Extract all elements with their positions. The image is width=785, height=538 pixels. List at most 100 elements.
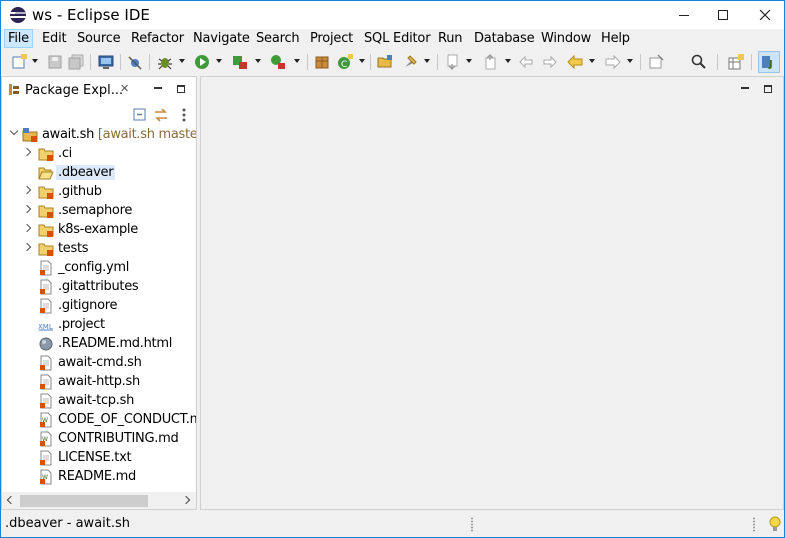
tree-node-file[interactable]: W README.md	[2, 467, 196, 486]
debug-button[interactable]	[156, 53, 174, 71]
maximize-editor-button[interactable]	[762, 83, 774, 95]
new-dropdown-arrow[interactable]	[32, 59, 38, 63]
previous-annotation-button[interactable]	[482, 53, 500, 71]
close-button[interactable]	[742, 1, 785, 29]
open-task-dropdown-arrow[interactable]	[424, 59, 430, 63]
new-wizard-button[interactable]	[10, 53, 28, 71]
lightbulb-icon[interactable]	[768, 515, 782, 533]
tree-label: .gitignore	[58, 298, 118, 313]
forward-dropdown-arrow[interactable]	[627, 59, 633, 63]
maximize-button[interactable]	[700, 1, 746, 29]
menu-window[interactable]: Window	[538, 29, 594, 48]
tree-label: CODE_OF_CONDUCT.md	[58, 412, 196, 427]
close-icon	[759, 9, 771, 21]
tree-node-file[interactable]: W CONTRIBUTING.md	[2, 429, 196, 448]
menu-refactor[interactable]: Refactor	[128, 29, 187, 48]
minimize-icon	[679, 14, 689, 16]
tree-node-folder[interactable]: .semaphore	[2, 201, 196, 220]
expand-toggle[interactable]	[22, 242, 32, 252]
menu-search[interactable]: Search	[253, 29, 302, 48]
new-java-package-button[interactable]	[313, 53, 331, 71]
tree-node-file[interactable]: await-tcp.sh	[2, 391, 196, 410]
expand-toggle[interactable]	[22, 204, 32, 214]
tree-node-file[interactable]: LICENSE.txt	[2, 448, 196, 467]
debug-dropdown-arrow[interactable]	[179, 59, 185, 63]
next-annotation-button[interactable]	[444, 53, 462, 71]
open-perspective-button[interactable]	[727, 53, 745, 71]
run-button[interactable]	[193, 53, 211, 71]
tab-label: Package Expl...	[25, 83, 124, 98]
skip-breakpoints-button[interactable]	[126, 53, 144, 71]
tree-node-file[interactable]: W CODE_OF_CONDUCT.md	[2, 410, 196, 429]
expand-toggle[interactable]	[22, 185, 32, 195]
tree-node-file[interactable]: await-cmd.sh	[2, 353, 196, 372]
view-menu-button[interactable]	[178, 107, 194, 123]
forward-button[interactable]	[604, 53, 622, 71]
minimize-editor-button[interactable]	[739, 83, 751, 95]
new-file-icon	[12, 54, 27, 69]
previous-annotation-dropdown-arrow[interactable]	[505, 59, 511, 63]
menu-navigate[interactable]: Navigate	[190, 29, 253, 48]
collapse-all-button[interactable]	[132, 107, 148, 123]
tree-node-file[interactable]: .gitattributes	[2, 277, 196, 296]
minimize-icon	[154, 87, 162, 89]
tree-node-file[interactable]: .README.md.html	[2, 334, 196, 353]
tree-label: .gitattributes	[58, 279, 139, 294]
tree-node-file[interactable]: _config.yml	[2, 258, 196, 277]
last-edit-location-button[interactable]	[517, 53, 535, 71]
external-tools-button[interactable]	[269, 53, 287, 71]
tree-node-file[interactable]: .gitignore	[2, 296, 196, 315]
back-dropdown-arrow[interactable]	[589, 59, 595, 63]
menu-project[interactable]: Project	[307, 29, 356, 48]
menu-source[interactable]: Source	[74, 29, 123, 48]
next-annotation-dropdown-arrow[interactable]	[466, 59, 472, 63]
tree-node-file[interactable]: XML .project	[2, 315, 196, 334]
tree-node-folder[interactable]: .github	[2, 182, 196, 201]
folder-icon	[38, 148, 54, 161]
tree-node-file[interactable]: await-http.sh	[2, 372, 196, 391]
expand-toggle[interactable]	[22, 223, 32, 233]
link-with-editor-button[interactable]	[153, 107, 169, 123]
xml-file-icon: XML	[38, 323, 53, 331]
expand-toggle[interactable]	[22, 147, 32, 157]
save-all-button[interactable]	[67, 53, 85, 71]
tree-node-folder[interactable]: k8s-example	[2, 220, 196, 239]
menu-edit[interactable]: Edit	[39, 29, 69, 48]
coverage-dropdown-arrow[interactable]	[255, 59, 261, 63]
scrollbar-thumb[interactable]	[20, 495, 148, 507]
scroll-right-icon[interactable]	[181, 495, 191, 505]
open-terminal-button[interactable]	[97, 53, 115, 71]
tree-node-folder[interactable]: .ci	[2, 144, 196, 163]
close-tab-icon[interactable]: ✕	[120, 82, 129, 95]
maximize-view-button[interactable]	[175, 83, 187, 95]
open-task-button[interactable]	[401, 53, 419, 71]
menu-sql-editor[interactable]: SQL Editor	[361, 29, 433, 48]
search-button[interactable]	[690, 53, 708, 71]
new-class-dropdown-arrow[interactable]	[359, 59, 365, 63]
previous-annotation-icon	[485, 54, 496, 70]
next-annotation-icon	[447, 54, 458, 70]
open-type-button[interactable]	[376, 53, 394, 71]
tree-node-folder[interactable]: tests	[2, 239, 196, 258]
tree-label: tests	[58, 241, 89, 256]
new-java-class-button[interactable]: C	[336, 53, 354, 71]
coverage-button[interactable]	[231, 53, 249, 71]
forward-edit-button[interactable]	[541, 53, 559, 71]
menu-run[interactable]: Run	[435, 29, 465, 48]
tree-node-folder-selected[interactable]: .dbeaver	[2, 163, 196, 182]
java-perspective-button[interactable]: J	[758, 51, 780, 73]
pin-editor-button[interactable]	[647, 53, 665, 71]
expand-toggle[interactable]	[9, 126, 19, 136]
back-button[interactable]	[566, 53, 584, 71]
tree-node-project[interactable]: await.sh [await.sh master]	[2, 125, 196, 144]
scroll-left-icon[interactable]	[6, 495, 16, 505]
tab-package-explorer[interactable]: Package Expl... ✕	[2, 77, 139, 102]
menu-help[interactable]: Help	[598, 29, 633, 48]
horizontal-scrollbar[interactable]	[2, 492, 196, 509]
menu-file[interactable]: File	[4, 29, 33, 48]
menu-database[interactable]: Database	[471, 29, 537, 48]
run-dropdown-arrow[interactable]	[216, 59, 222, 63]
save-button[interactable]	[46, 53, 64, 71]
minimize-view-button[interactable]	[152, 83, 164, 95]
external-tools-dropdown-arrow[interactable]	[294, 59, 300, 63]
